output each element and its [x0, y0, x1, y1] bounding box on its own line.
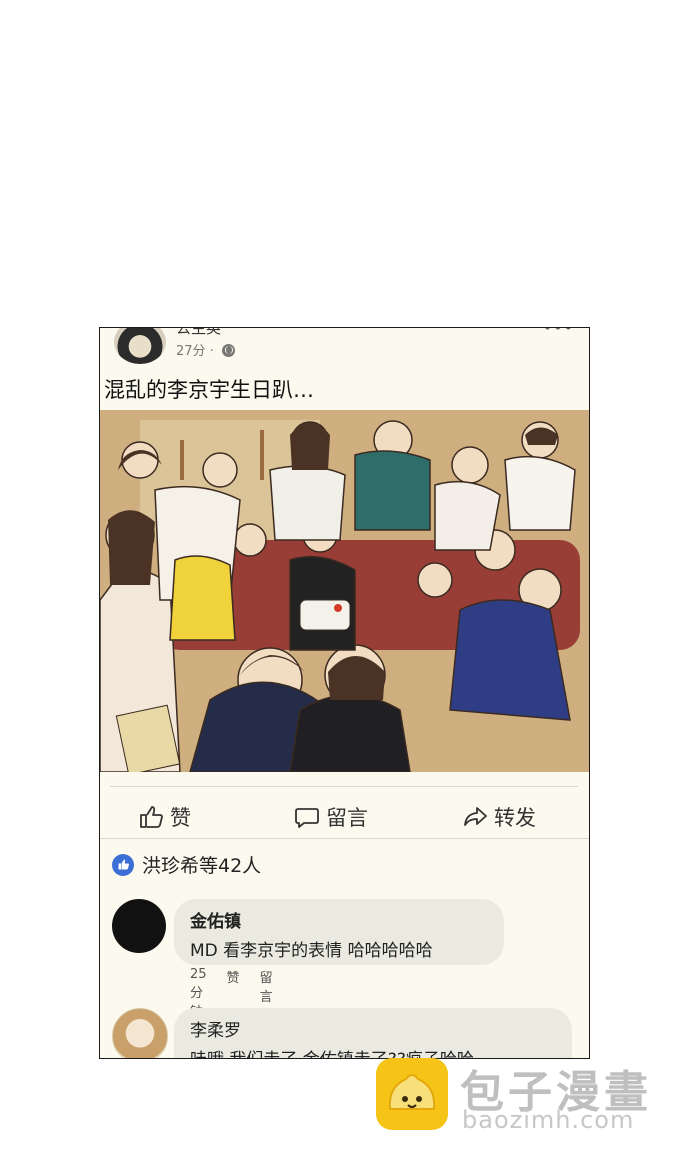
post-card: 公主英 27分 · ••• 混乱的李京宇生日趴… 赞 留言 转发 洪珍希等42人…	[99, 327, 590, 1059]
meta-separator: ·	[209, 344, 214, 359]
likes-text: 洪珍希等42人	[142, 855, 262, 877]
divider	[110, 786, 578, 787]
like-label: 赞	[170, 806, 191, 830]
post-time[interactable]: 27分	[176, 344, 206, 359]
commenter-avatar[interactable]	[112, 1008, 168, 1058]
comment-button[interactable]: 留言	[294, 794, 368, 840]
action-bar: 赞 留言 转发	[100, 794, 589, 840]
author-avatar[interactable]	[114, 328, 166, 364]
more-options-icon[interactable]: •••	[543, 328, 574, 337]
comment-bubble: 金佑镇 MD 看李京宇的表情 哈哈哈哈哈	[174, 899, 504, 965]
divider	[100, 838, 589, 839]
share-label: 转发	[494, 806, 536, 830]
post-meta: 27分 ·	[176, 340, 235, 359]
author-name[interactable]: 公主英	[176, 328, 221, 336]
watermark-url: baozimh.com	[462, 1106, 635, 1134]
comment-text: MD 看李京宇的表情 哈哈哈哈哈	[190, 941, 433, 961]
like-badge-icon	[112, 853, 134, 876]
commenter-avatar[interactable]	[112, 899, 166, 953]
share-arrow-icon	[464, 807, 487, 826]
commenter-name[interactable]: 李柔罗	[190, 1016, 556, 1041]
comment-bubble: 李柔罗 哇哦 我们走了 金佑镇走了??疯子哈哈	[174, 1008, 572, 1058]
post-photo[interactable]	[100, 410, 589, 772]
speech-bubble-icon	[295, 808, 319, 828]
comment-label: 留言	[326, 806, 368, 830]
share-button[interactable]: 转发	[462, 794, 536, 840]
likes-summary[interactable]: 洪珍希等42人	[112, 851, 261, 878]
post-header: 公主英 27分 · •••	[110, 328, 580, 366]
globe-icon	[221, 344, 235, 357]
like-button[interactable]: 赞	[138, 794, 191, 840]
commenter-name[interactable]: 金佑镇	[190, 907, 488, 932]
thumbs-up-icon	[140, 806, 163, 828]
watermark: 包子漫畫 baozimh.com	[376, 1058, 676, 1134]
post-text: 混乱的李京宇生日趴…	[104, 378, 314, 402]
bun-logo-icon	[376, 1058, 448, 1130]
party-illustration	[100, 410, 589, 772]
